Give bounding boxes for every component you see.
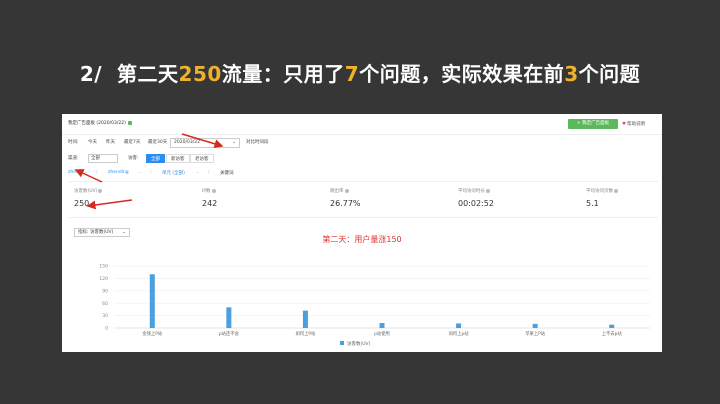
slide-number: 2/ [79, 62, 103, 86]
heading-segment: 个问题 [578, 62, 641, 86]
arrow-to-uv-value [86, 199, 133, 210]
arrow-to-campaign [74, 169, 103, 183]
slide-heading: 2/ 第二天250流量：只用了7个问题，实际效果在前3个问题 [0, 58, 720, 87]
heading-highlight: 7 [344, 62, 360, 86]
annotation-arrows [74, 133, 224, 210]
heading-highlight: 3 [564, 62, 579, 86]
arrow-to-date [181, 133, 224, 149]
heading-highlight: 250 [178, 62, 222, 86]
heading-segment: 个问题，实际效果在前 [359, 62, 565, 86]
analytics-screenshot: 我定广告面板 (2020/03/22) + 我定广告面板 ♥帮助说明 时间: 今… [62, 114, 662, 352]
heading-segment: 第二天 [117, 62, 179, 86]
heading-segment: 流量：只用了 [221, 62, 345, 86]
